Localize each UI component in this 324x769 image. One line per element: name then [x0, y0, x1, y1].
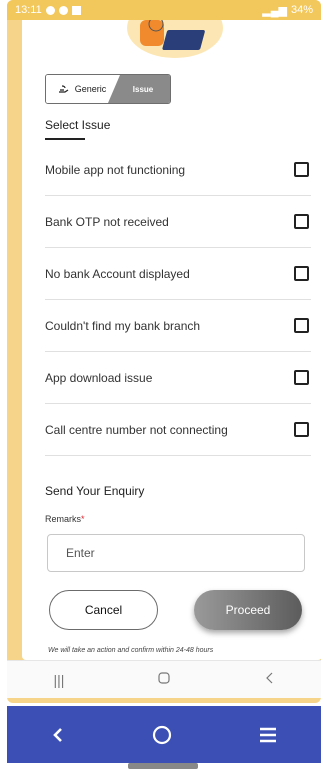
- required-mark: *: [81, 514, 85, 524]
- home-indicator: [128, 763, 198, 769]
- issue-checkbox[interactable]: [294, 214, 309, 229]
- message-icon: [71, 5, 81, 15]
- app-frame: 13:11 ▂▄▆ 34% Generic Issue Select Issue…: [7, 0, 321, 703]
- issue-option[interactable]: Mobile app not functioning: [45, 144, 311, 196]
- hand-icon: [58, 85, 69, 93]
- tab-issue-label: Issue: [132, 84, 154, 94]
- issue-checkbox[interactable]: [294, 162, 309, 177]
- proceed-button[interactable]: Proceed: [194, 590, 302, 630]
- issue-sheet: Generic Issue Select Issue Mobile app no…: [22, 20, 321, 660]
- app-nav-bar: |||: [7, 660, 321, 698]
- issue-type-toggle: Generic Issue: [45, 74, 171, 104]
- issue-option[interactable]: Couldn't find my bank branch: [45, 300, 311, 352]
- issue-label: No bank Account displayed: [45, 266, 190, 281]
- status-time: 13:11: [15, 4, 42, 16]
- home-icon[interactable]: [157, 671, 171, 688]
- issue-label: App download issue: [45, 370, 153, 385]
- enquiry-heading: Send Your Enquiry: [45, 484, 145, 498]
- tab-generic-label: Generic: [74, 84, 107, 94]
- issue-list: Mobile app not functioning Bank OTP not …: [45, 144, 311, 456]
- support-illustration: [127, 20, 223, 58]
- recent-apps-icon[interactable]: |||: [54, 672, 65, 688]
- issue-label: Bank OTP not received: [45, 214, 169, 229]
- battery-level: 34%: [290, 4, 313, 16]
- back-icon[interactable]: [264, 671, 274, 688]
- notification-icon: [45, 5, 55, 15]
- tab-generic[interactable]: Generic: [46, 75, 118, 103]
- signal-icon: ▂▄▆: [262, 4, 287, 17]
- issue-checkbox[interactable]: [294, 318, 309, 333]
- cancel-button[interactable]: Cancel: [49, 590, 158, 630]
- menu-icon[interactable]: [258, 727, 278, 743]
- select-issue-heading: Select Issue: [45, 118, 111, 132]
- issue-label: Mobile app not functioning: [45, 162, 186, 177]
- heading-underline: [45, 138, 85, 140]
- issue-option[interactable]: App download issue: [45, 352, 311, 404]
- issue-checkbox[interactable]: [294, 422, 309, 437]
- back-icon[interactable]: [50, 726, 66, 744]
- issue-option[interactable]: Bank OTP not received: [45, 196, 311, 248]
- status-bar: 13:11 ▂▄▆ 34%: [7, 0, 321, 20]
- remarks-input[interactable]: [47, 534, 305, 572]
- response-time-note: We will take an action and confirm withi…: [48, 647, 214, 654]
- remarks-label-text: Remarks: [45, 514, 82, 524]
- issue-option[interactable]: No bank Account displayed: [45, 248, 311, 300]
- remarks-label: Remarks*: [45, 514, 85, 524]
- issue-checkbox[interactable]: [294, 370, 309, 385]
- system-nav-bar: [7, 706, 321, 763]
- issue-option[interactable]: Call centre number not connecting: [45, 404, 311, 456]
- issue-label: Call centre number not connecting: [45, 422, 228, 437]
- issue-checkbox[interactable]: [294, 266, 309, 281]
- whatsapp-icon: [58, 5, 68, 15]
- home-icon[interactable]: [151, 724, 173, 746]
- issue-label: Couldn't find my bank branch: [45, 318, 201, 333]
